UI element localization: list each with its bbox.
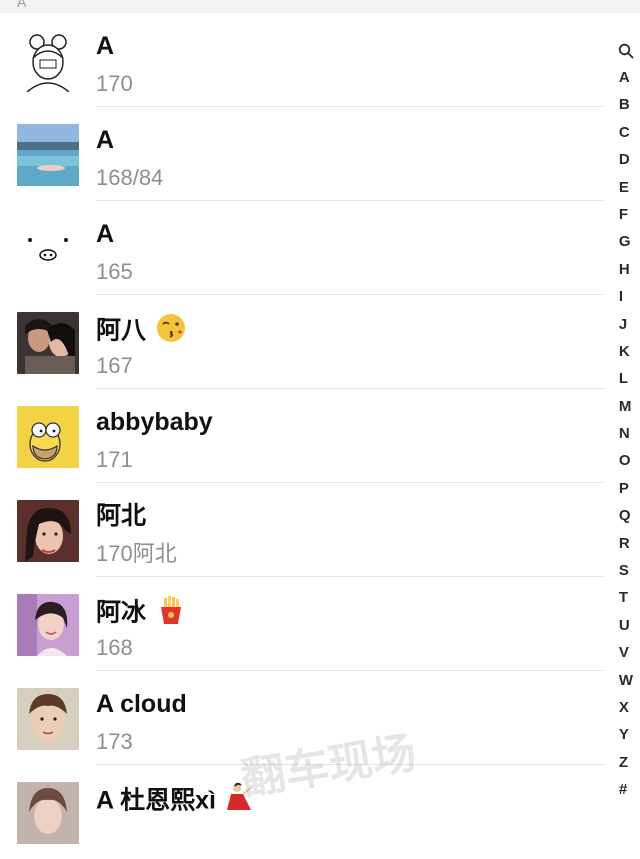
- contact-remark: 167: [96, 353, 133, 378]
- index-letter-f[interactable]: F: [619, 201, 633, 228]
- contact-row[interactable]: A 170: [0, 13, 604, 107]
- index-letter-u[interactable]: U: [619, 612, 633, 639]
- index-letter-m[interactable]: M: [619, 393, 633, 420]
- contact-remark: 165: [96, 259, 133, 284]
- beach-photo-avatar: [17, 124, 79, 186]
- contact-name: A: [96, 32, 115, 60]
- index-letter-e[interactable]: E: [619, 174, 633, 201]
- contact-name: A cloud: [96, 690, 187, 718]
- index-letter-n[interactable]: N: [619, 420, 633, 447]
- cartoon-yellow-avatar: [17, 406, 79, 468]
- index-letter-j[interactable]: J: [619, 311, 633, 338]
- index-letter-hash[interactable]: #: [619, 776, 633, 803]
- index-letter-y[interactable]: Y: [619, 721, 633, 748]
- contact-row[interactable]: 阿八 167: [0, 295, 604, 389]
- french-fries-emoji: [155, 594, 187, 634]
- contact-remark: 168/84: [96, 165, 164, 190]
- portrait-photo-avatar: [17, 782, 79, 844]
- contact-row[interactable]: A 168/84: [0, 107, 604, 201]
- index-letter-r[interactable]: R: [619, 530, 633, 557]
- woman-photo-avatar: [17, 594, 79, 656]
- contact-row[interactable]: A 杜恩熙xì: [0, 765, 604, 859]
- contact-remark: 173: [96, 729, 133, 754]
- index-letter-a[interactable]: A: [619, 64, 633, 91]
- contact-remark: 168: [96, 635, 133, 660]
- index-letter-s[interactable]: S: [619, 557, 633, 584]
- pig-face-avatar: [17, 218, 79, 280]
- index-letter-x[interactable]: X: [619, 694, 633, 721]
- index-letter-w[interactable]: W: [619, 667, 633, 694]
- contact-name: 阿冰: [96, 594, 187, 634]
- contact-remark: 171: [96, 447, 133, 472]
- contact-remark: 170阿北: [96, 541, 177, 566]
- contact-name: A: [96, 126, 115, 154]
- couple-photo-avatar: [17, 312, 79, 374]
- contact-row[interactable]: A 165: [0, 201, 604, 295]
- contact-name-text: 阿八: [96, 316, 147, 345]
- contact-name: 阿八: [96, 312, 187, 352]
- index-letter-v[interactable]: V: [619, 639, 633, 666]
- contact-row[interactable]: A cloud 173: [0, 671, 604, 765]
- index-letter-l[interactable]: L: [619, 365, 633, 392]
- section-header: A: [0, 0, 640, 13]
- index-letter-k[interactable]: K: [619, 338, 633, 365]
- contact-name: abbybaby: [96, 408, 213, 436]
- girl-photo-avatar: [17, 500, 79, 562]
- index-letter-b[interactable]: B: [619, 91, 633, 118]
- index-letter-i[interactable]: I: [619, 283, 633, 310]
- index-letter-g[interactable]: G: [619, 228, 633, 255]
- index-letter-h[interactable]: H: [619, 256, 633, 283]
- index-letter-o[interactable]: O: [619, 447, 633, 474]
- contact-name-text: 阿冰: [96, 598, 147, 627]
- contact-name: 阿北: [96, 502, 147, 530]
- contact-name: A 杜恩熙xì: [96, 782, 253, 822]
- contact-remark: 170: [96, 71, 133, 96]
- index-letter-p[interactable]: P: [619, 475, 633, 502]
- contact-list: A 170 A 168/84 A 165 阿八 167 abbybaby 171…: [0, 13, 604, 859]
- contact-row[interactable]: 阿冰 168: [0, 577, 604, 671]
- sketch-girl-avatar: [17, 30, 79, 92]
- dancer-emoji: [225, 782, 253, 822]
- index-letter-q[interactable]: Q: [619, 502, 633, 529]
- contact-row[interactable]: 阿北 170阿北: [0, 483, 604, 577]
- contact-name-text: A 杜恩熙xì: [96, 786, 216, 815]
- alphabet-index-bar[interactable]: A B C D E F G H I J K L M N O P Q R S T U V W X Y Z #: [612, 38, 640, 804]
- child-photo-avatar: [17, 688, 79, 750]
- index-letter-c[interactable]: C: [619, 119, 633, 146]
- index-search-icon[interactable]: [618, 38, 634, 64]
- index-letter-z[interactable]: Z: [619, 749, 633, 776]
- contact-row[interactable]: abbybaby 171: [0, 389, 604, 483]
- index-letter-d[interactable]: D: [619, 146, 633, 173]
- index-letter-t[interactable]: T: [619, 584, 633, 611]
- contact-name: A: [96, 220, 115, 248]
- kissing-face-emoji: [155, 312, 187, 352]
